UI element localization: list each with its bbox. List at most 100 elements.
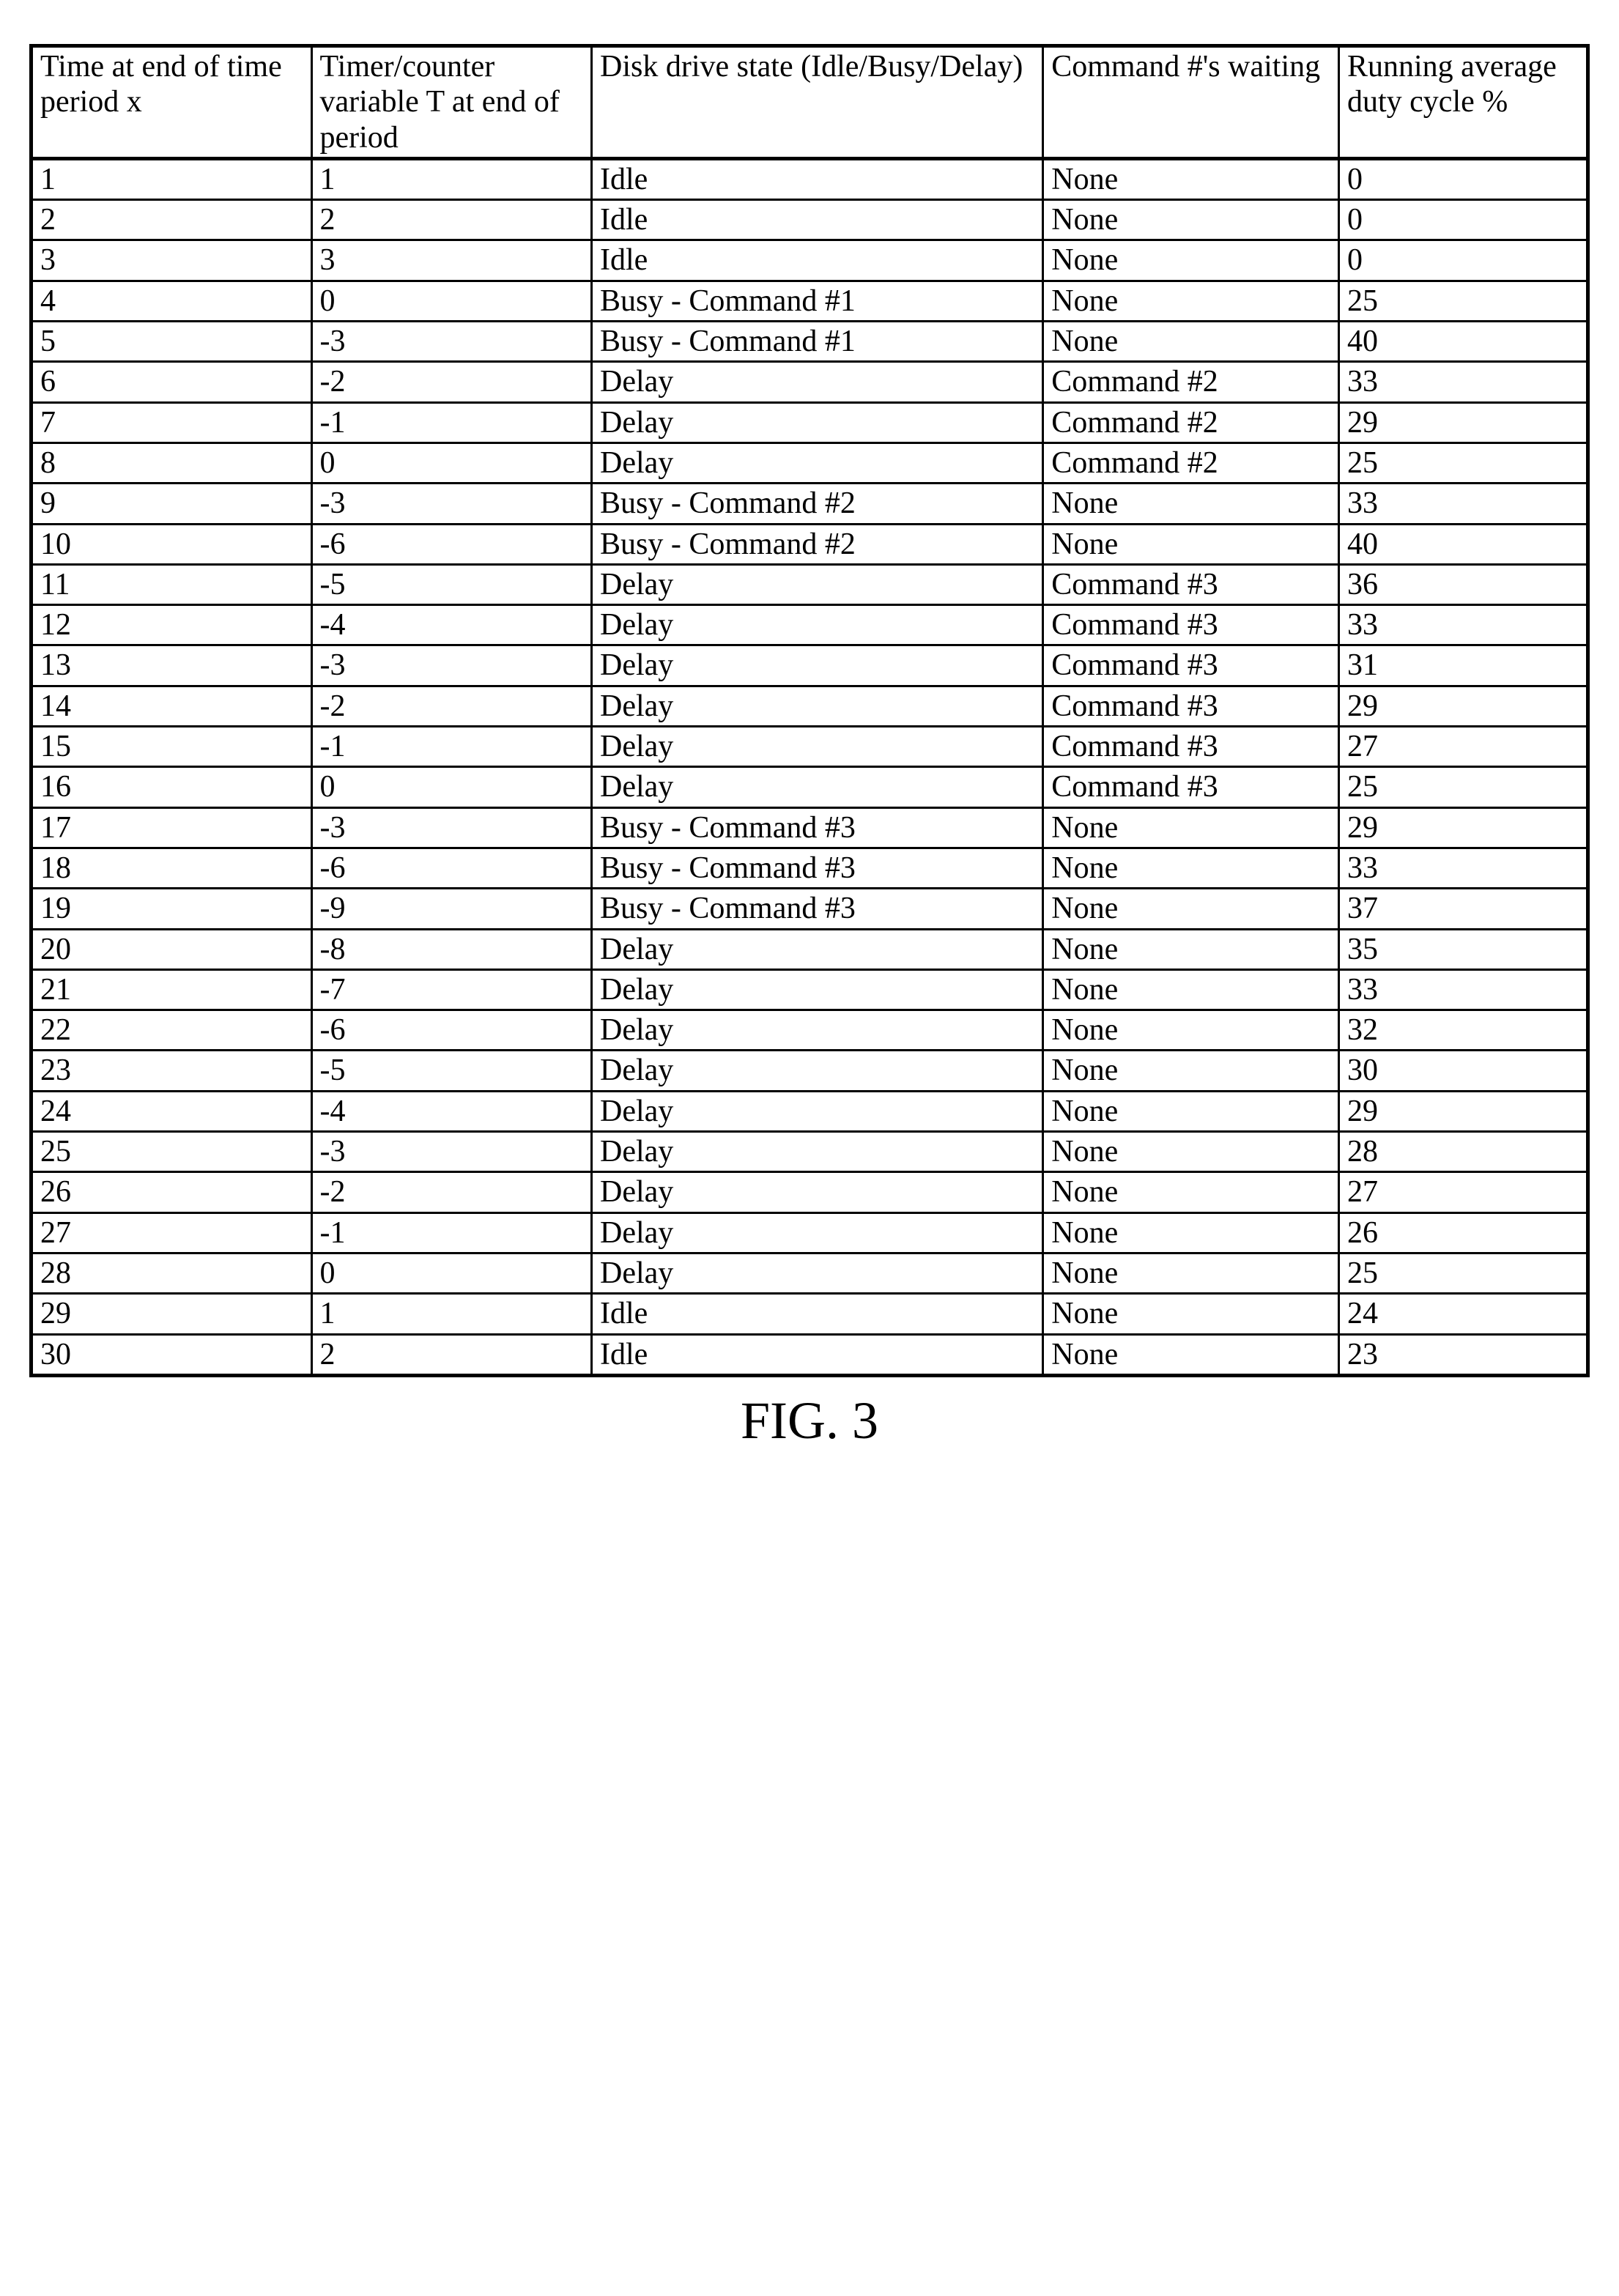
table-row: 22IdleNone0 <box>32 200 1588 240</box>
cell-t: -6 <box>311 1010 592 1051</box>
cell-t: 2 <box>311 200 592 240</box>
table-row: 22-6DelayNone32 <box>32 1010 1588 1051</box>
cell-duty: 32 <box>1339 1010 1588 1051</box>
table-row: 20-8DelayNone35 <box>32 929 1588 969</box>
cell-waiting: Command #3 <box>1043 727 1339 767</box>
cell-duty: 37 <box>1339 889 1588 929</box>
cell-waiting: None <box>1043 322 1339 362</box>
table-row: 80DelayCommand #225 <box>32 442 1588 483</box>
cell-time: 3 <box>32 240 312 281</box>
cell-t: 0 <box>311 281 592 321</box>
cell-time: 16 <box>32 767 312 807</box>
cell-waiting: None <box>1043 240 1339 281</box>
cell-t: -3 <box>311 484 592 524</box>
cell-t: -6 <box>311 848 592 888</box>
cell-state: Busy - Command #3 <box>592 889 1043 929</box>
cell-t: 0 <box>311 442 592 483</box>
cell-t: -8 <box>311 929 592 969</box>
table-header: Time at end of time period x Timer/count… <box>32 46 1588 159</box>
cell-duty: 26 <box>1339 1212 1588 1253</box>
cell-t: -3 <box>311 645 592 686</box>
cell-state: Delay <box>592 1051 1043 1091</box>
cell-waiting: None <box>1043 281 1339 321</box>
cell-duty: 40 <box>1339 524 1588 564</box>
table-row: 5-3Busy - Command #1None40 <box>32 322 1588 362</box>
cell-time: 5 <box>32 322 312 362</box>
cell-t: 0 <box>311 767 592 807</box>
cell-state: Idle <box>592 1294 1043 1334</box>
cell-time: 13 <box>32 645 312 686</box>
cell-duty: 25 <box>1339 767 1588 807</box>
cell-waiting: None <box>1043 1132 1339 1172</box>
cell-duty: 33 <box>1339 484 1588 524</box>
cell-state: Delay <box>592 645 1043 686</box>
cell-t: -6 <box>311 524 592 564</box>
cell-duty: 25 <box>1339 1253 1588 1293</box>
col-header-waiting: Command #'s waiting <box>1043 46 1339 159</box>
cell-state: Delay <box>592 605 1043 645</box>
cell-state: Idle <box>592 158 1043 199</box>
cell-state: Idle <box>592 200 1043 240</box>
cell-time: 25 <box>32 1132 312 1172</box>
cell-waiting: Command #3 <box>1043 605 1339 645</box>
cell-time: 2 <box>32 200 312 240</box>
table-row: 12-4DelayCommand #333 <box>32 605 1588 645</box>
cell-t: -9 <box>311 889 592 929</box>
cell-duty: 27 <box>1339 1172 1588 1212</box>
table-row: 24-4DelayNone29 <box>32 1091 1588 1131</box>
cell-t: 1 <box>311 158 592 199</box>
cell-t: -2 <box>311 686 592 726</box>
cell-t: 0 <box>311 1253 592 1293</box>
cell-state: Busy - Command #2 <box>592 484 1043 524</box>
cell-t: 3 <box>311 240 592 281</box>
cell-state: Delay <box>592 767 1043 807</box>
cell-t: -3 <box>311 807 592 848</box>
cell-waiting: None <box>1043 200 1339 240</box>
cell-time: 12 <box>32 605 312 645</box>
cell-time: 29 <box>32 1294 312 1334</box>
col-header-duty: Running average duty cycle % <box>1339 46 1588 159</box>
cell-state: Busy - Command #3 <box>592 807 1043 848</box>
cell-waiting: None <box>1043 1010 1339 1051</box>
cell-time: 14 <box>32 686 312 726</box>
cell-t: -7 <box>311 969 592 1010</box>
cell-duty: 25 <box>1339 442 1588 483</box>
cell-state: Delay <box>592 564 1043 604</box>
table-row: 302IdleNone23 <box>32 1334 1588 1375</box>
table-row: 9-3Busy - Command #2None33 <box>32 484 1588 524</box>
cell-duty: 33 <box>1339 848 1588 888</box>
cell-state: Busy - Command #1 <box>592 281 1043 321</box>
cell-waiting: None <box>1043 1253 1339 1293</box>
data-table: Time at end of time period x Timer/count… <box>29 44 1590 1377</box>
cell-state: Delay <box>592 727 1043 767</box>
table-row: 280DelayNone25 <box>32 1253 1588 1293</box>
cell-t: -1 <box>311 1212 592 1253</box>
cell-time: 4 <box>32 281 312 321</box>
cell-waiting: None <box>1043 1294 1339 1334</box>
table-row: 17-3Busy - Command #3None29 <box>32 807 1588 848</box>
cell-waiting: None <box>1043 1091 1339 1131</box>
table-row: 6-2DelayCommand #233 <box>32 362 1588 402</box>
cell-state: Delay <box>592 1253 1043 1293</box>
table-row: 160DelayCommand #325 <box>32 767 1588 807</box>
table-row: 18-6Busy - Command #3None33 <box>32 848 1588 888</box>
table-row: 26-2DelayNone27 <box>32 1172 1588 1212</box>
cell-time: 7 <box>32 402 312 442</box>
table-row: 33IdleNone0 <box>32 240 1588 281</box>
cell-state: Delay <box>592 1010 1043 1051</box>
cell-duty: 0 <box>1339 200 1588 240</box>
cell-duty: 25 <box>1339 281 1588 321</box>
cell-duty: 30 <box>1339 1051 1588 1091</box>
cell-t: -3 <box>311 322 592 362</box>
cell-state: Delay <box>592 969 1043 1010</box>
cell-state: Busy - Command #2 <box>592 524 1043 564</box>
cell-t: -1 <box>311 727 592 767</box>
cell-time: 6 <box>32 362 312 402</box>
cell-waiting: None <box>1043 969 1339 1010</box>
cell-t: -3 <box>311 1132 592 1172</box>
cell-t: -2 <box>311 1172 592 1212</box>
cell-waiting: None <box>1043 929 1339 969</box>
cell-duty: 33 <box>1339 362 1588 402</box>
cell-time: 28 <box>32 1253 312 1293</box>
cell-duty: 23 <box>1339 1334 1588 1375</box>
